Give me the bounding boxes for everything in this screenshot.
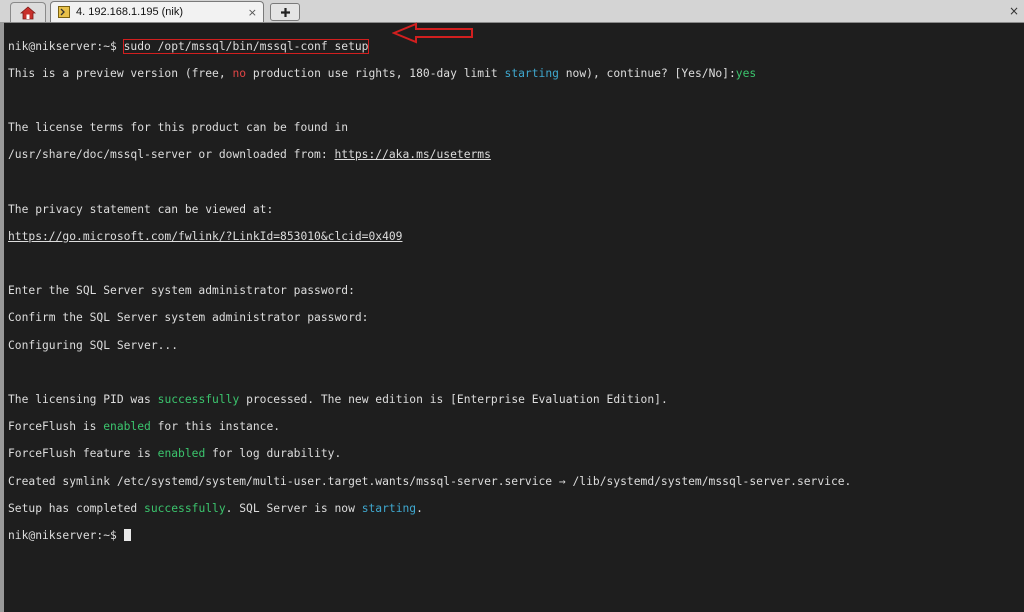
forceflush-text: ForceFlush is: [8, 420, 104, 434]
pid-text: The licensing PID was: [8, 393, 158, 407]
license-text: /usr/share/doc/mssql-server or downloade…: [8, 148, 335, 162]
setup-text: .: [416, 501, 423, 515]
preview-text: now), continue? [Yes/No]:: [558, 66, 736, 80]
preview-text: production use rights, 180-day limit: [246, 66, 505, 80]
useterms-link[interactable]: https://aka.ms/useterms: [334, 148, 490, 161]
terminal-line: https://go.microsoft.com/fwlink/?LinkId=…: [8, 230, 1018, 244]
tab-bar: 4. 192.168.1.195 (nik) × ×: [0, 0, 1024, 23]
terminal-line: Created symlink /etc/systemd/system/mult…: [8, 474, 852, 488]
terminal-icon: [58, 6, 70, 18]
terminal-line: nik@nikserver:~$: [8, 528, 1018, 543]
forceflush-text: ForceFlush feature is: [8, 447, 158, 461]
setup-text: Setup has completed: [8, 501, 145, 515]
pid-text: processed. The new edition is [Enterpris…: [239, 393, 668, 407]
left-arrow-icon: [392, 22, 473, 44]
successfully-keyword: successfully: [157, 393, 240, 407]
home-icon: [20, 5, 36, 19]
no-keyword: no: [232, 66, 247, 80]
terminal-line: Setup has completed successfully. SQL Se…: [8, 502, 1018, 516]
prompt: nik@nikserver:~$: [8, 39, 124, 53]
terminal-line: This is a preview version (free, no prod…: [8, 67, 1018, 81]
terminal-line: The privacy statement can be viewed at:: [8, 202, 274, 216]
terminal-output[interactable]: nik@nikserver:~$ sudo /opt/mssql/bin/mss…: [8, 26, 1018, 606]
text-cursor: [123, 528, 131, 541]
terminal-line: nik@nikserver:~$ sudo /opt/mssql/bin/mss…: [8, 38, 1018, 54]
terminal-line: ForceFlush feature is enabled for log du…: [8, 447, 1018, 461]
session-tab-label: 4. 192.168.1.195 (nik): [76, 6, 184, 18]
terminal-line: Confirm the SQL Server system administra…: [8, 311, 369, 325]
plus-icon: [280, 7, 290, 17]
window-close-icon[interactable]: ×: [1006, 3, 1022, 19]
terminal-line: Configuring SQL Server...: [8, 338, 179, 352]
forceflush-text: for this instance.: [150, 420, 281, 434]
close-tab-icon[interactable]: ×: [248, 6, 257, 19]
privacy-link[interactable]: https://go.microsoft.com/fwlink/?LinkId=…: [8, 230, 402, 243]
prompt: nik@nikserver:~$: [8, 528, 124, 542]
terminal-line: The licensing PID was successfully proce…: [8, 393, 1018, 407]
session-tab[interactable]: 4. 192.168.1.195 (nik) ×: [50, 1, 264, 22]
command-highlight: sudo /opt/mssql/bin/mssql-conf setup: [122, 38, 370, 54]
enabled-keyword: enabled: [103, 420, 151, 434]
window-border: [0, 22, 4, 612]
terminal-line: /usr/share/doc/mssql-server or downloade…: [8, 148, 1018, 162]
home-tab[interactable]: [10, 2, 46, 22]
enabled-keyword: enabled: [157, 447, 206, 461]
successfully-keyword: successfully: [144, 501, 226, 515]
setup-text: . SQL Server is now: [225, 501, 362, 515]
answer-yes: yes: [735, 66, 757, 80]
new-tab-button[interactable]: [270, 3, 300, 21]
starting-keyword: starting: [504, 66, 559, 80]
forceflush-text: for log durability.: [205, 447, 342, 461]
terminal-line: The license terms for this product can b…: [8, 121, 349, 135]
preview-text: This is a preview version (free,: [8, 66, 233, 80]
starting-keyword: starting: [361, 501, 417, 515]
terminal-line: ForceFlush is enabled for this instance.: [8, 420, 1018, 434]
terminal-line: Enter the SQL Server system administrato…: [8, 284, 355, 298]
